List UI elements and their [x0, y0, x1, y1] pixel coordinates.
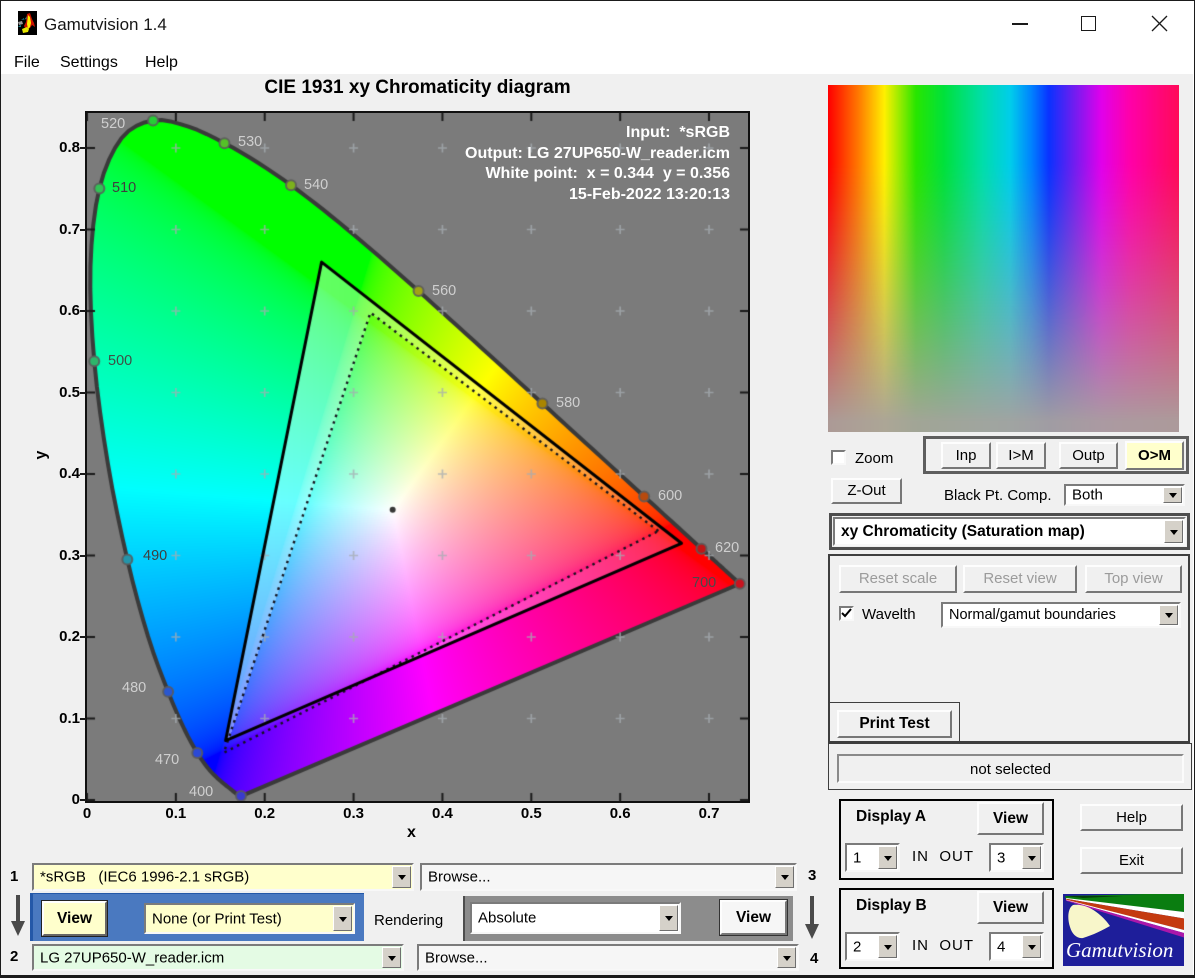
svg-text:Gamutvision: Gamutvision [1066, 938, 1173, 962]
